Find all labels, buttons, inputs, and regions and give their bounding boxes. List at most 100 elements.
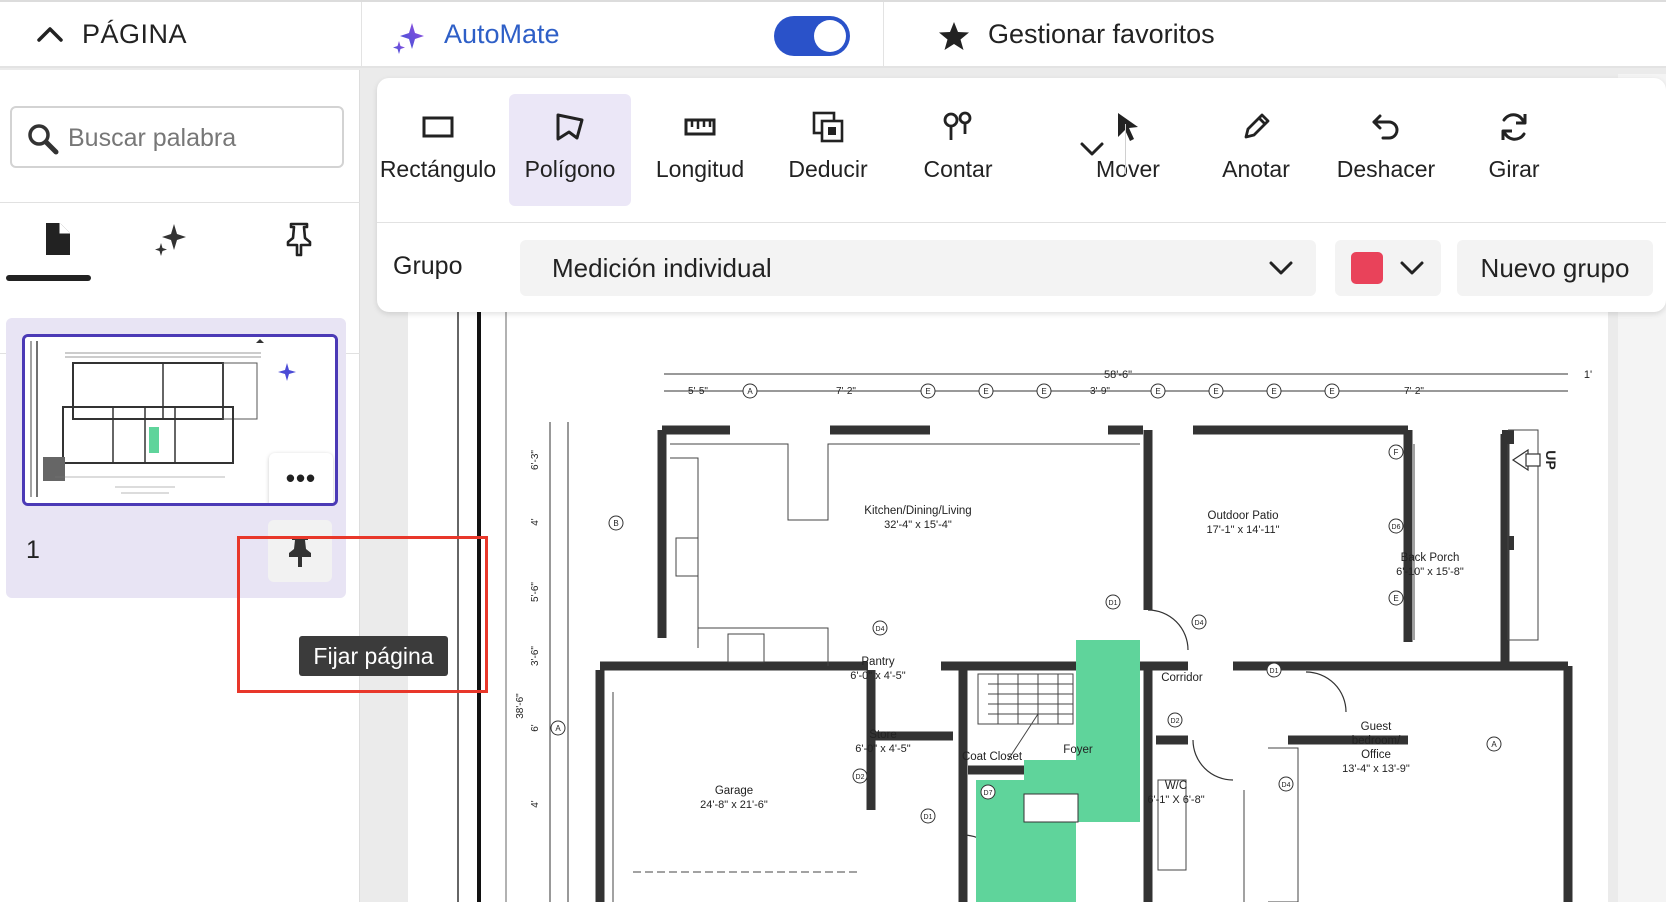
dimension-total: 58'-6" [1104, 369, 1132, 381]
marker-label: E [1271, 387, 1276, 396]
room-size: 32'-4" x 15'-4" [884, 519, 952, 531]
room-name: Back Porch [1401, 552, 1460, 564]
vertical-dimension-label: 6'-3" [530, 450, 541, 470]
marker-label: A [747, 387, 753, 396]
marker-label: E [925, 387, 930, 396]
marker-label: E [1393, 594, 1398, 603]
dimension-label: 5'-5" [688, 386, 708, 397]
tool-label: Rectángulo [379, 156, 497, 182]
more-tools-chevron-icon[interactable] [1077, 138, 1107, 160]
dimension-label: 7'-2" [836, 386, 856, 397]
vertical-dimension-label: 5'-6" [530, 582, 541, 602]
tool-anotar[interactable]: Anotar [1195, 94, 1317, 206]
marker-label: D6 [1392, 524, 1401, 531]
page-more-button[interactable]: ••• [269, 453, 333, 503]
page-thumbnail[interactable]: ••• [22, 334, 338, 506]
room-name: Corridor [1161, 672, 1203, 684]
measurement-toolbar: Rectángulo Polígono Longitud Deducir Contar M… [377, 78, 1666, 312]
room-name: Office [1361, 749, 1391, 761]
marker-label: B [613, 519, 618, 528]
cursor-icon [1118, 113, 1138, 141]
tool-label: Contar [923, 156, 993, 182]
marker-label: A [1491, 740, 1497, 749]
page-sidebar: ••• 1 [0, 70, 360, 902]
tool-rectangulo[interactable]: Rectángulo [377, 94, 499, 206]
search-box[interactable] [10, 106, 344, 168]
room-size: 13'-4" x 13'-9" [1342, 763, 1410, 775]
highlight-annotation-box [237, 536, 488, 693]
deduct-icon [812, 111, 844, 143]
floor-plan[interactable]: 58'-6" 1' 5'-5"6'7'-2"4'4'4'3'-9"4'4'4'4… [408, 310, 1608, 902]
room-size: 17'-1" x 14'-11" [1207, 524, 1280, 536]
tool-label: Polígono [524, 156, 616, 182]
tool-label: Mover [1096, 156, 1160, 182]
manage-favorites-button[interactable]: Gestionar favoritos [884, 2, 1666, 68]
marker-label: D2 [1171, 718, 1180, 725]
group-select[interactable]: Medición individual [520, 240, 1316, 296]
room-name: Foyer [1063, 744, 1093, 756]
tool-label: Longitud [655, 156, 745, 182]
group-select-value: Medición individual [552, 253, 772, 283]
page-panel-title: PÁGINA [82, 19, 188, 49]
marker-label: D1 [1270, 668, 1279, 675]
undo-icon [1372, 114, 1399, 140]
tool-poligono[interactable]: Polígono [509, 94, 631, 206]
room-name: Outdoor Patio [1208, 510, 1279, 522]
tool-deducir[interactable]: Deducir [767, 94, 889, 206]
ruler-icon [684, 118, 716, 136]
top-bar: PÁGINA AutoMate Gestionar favoritos [0, 0, 1666, 68]
vertical-dimension-row: 6'-3" 4' 5'-6" 3'-6" 38'-6" 6' 4' [515, 450, 541, 808]
room-name: Store [869, 729, 897, 741]
rotate-icon [1501, 113, 1527, 141]
marker-label: D1 [924, 814, 933, 821]
room-size: 6'-0" x 4'-5" [850, 670, 906, 682]
tool-label: Deducir [788, 156, 868, 182]
annotate-icon [1244, 113, 1270, 139]
drawing-canvas[interactable]: 58'-6" 1' 5'-5"6'7'-2"4'4'4'3'-9"4'4'4'4… [408, 310, 1608, 902]
vertical-dimension-label: 4' [530, 518, 541, 526]
sparkle-icon [393, 23, 424, 54]
star-icon [939, 22, 969, 50]
room-size: 6'-0" x 4'-5" [855, 743, 911, 755]
search-icon [28, 124, 59, 155]
group-label: Grupo [393, 252, 463, 280]
document-icon [46, 223, 70, 255]
tool-contar[interactable]: Contar [897, 94, 1019, 206]
room-size: 6'-10" x 15'-8" [1396, 566, 1464, 578]
color-swatch [1351, 252, 1383, 284]
dimension-label: 3'-9" [1090, 386, 1110, 397]
marker-label: D7 [984, 790, 993, 797]
stair-up-label: UP [1543, 450, 1559, 469]
search-input[interactable] [68, 120, 328, 156]
sparkle-icon [155, 224, 186, 256]
chevron-down-icon [1400, 261, 1424, 275]
group-color-picker[interactable] [1335, 240, 1441, 296]
marker-label: E [1155, 387, 1160, 396]
dimension-label: 7'-2" [1404, 386, 1424, 397]
marker-label: E [1213, 387, 1218, 396]
dimension-right: 1' [1584, 369, 1592, 381]
automate-toggle[interactable] [774, 16, 850, 56]
vertical-dimension-label: 38'-6" [515, 693, 526, 719]
chevron-up-icon[interactable] [36, 24, 64, 44]
marker-label: D4 [876, 626, 885, 633]
tool-label: Deshacer [1336, 156, 1436, 182]
room-size: 24'-8" x 21'-6" [700, 799, 768, 811]
new-group-button[interactable]: Nuevo grupo [1457, 240, 1653, 296]
marker-label: D1 [1109, 600, 1118, 607]
automate-section: AutoMate [362, 2, 884, 68]
toolbar-separator [377, 222, 1666, 223]
room-name: Garage [715, 785, 753, 797]
tool-label: Girar [1488, 156, 1540, 182]
toggle-knob [814, 20, 846, 52]
tool-longitud[interactable]: Longitud [639, 94, 761, 206]
pin-icon [286, 222, 312, 257]
room-name: Guest [1361, 721, 1392, 733]
chevron-down-icon [1269, 261, 1293, 275]
room-name: Coat Closet [962, 751, 1023, 763]
page-panel-header[interactable]: PÁGINA [0, 2, 362, 68]
tool-label: Anotar [1222, 156, 1290, 182]
tool-girar[interactable]: Girar [1453, 94, 1575, 206]
tool-deshacer[interactable]: Deshacer [1325, 94, 1447, 206]
marker-label: D4 [1282, 782, 1291, 789]
